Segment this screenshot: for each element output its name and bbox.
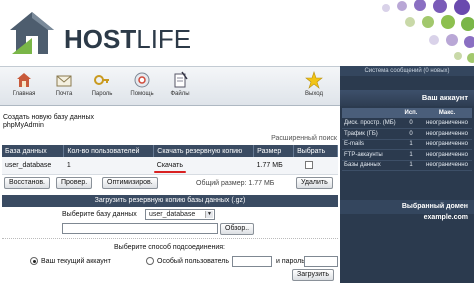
stat-max: неограниченно: [422, 149, 472, 161]
toolbar-exit[interactable]: Выход: [292, 69, 336, 105]
files-icon: [174, 71, 188, 88]
backup-file-input[interactable]: [62, 223, 218, 234]
choose-db-label: Выберите базу данных: [62, 211, 137, 218]
toolbar: Главная Почта Пароль Помощь Файлы Выход: [0, 66, 340, 106]
main-panel: Создать новую базу данных phpMyAdmin Рас…: [0, 107, 340, 283]
size-cell: 1.77 МБ: [253, 157, 294, 175]
mail-icon: [56, 75, 72, 87]
messages-link[interactable]: Система сообщений (0 новых): [340, 66, 474, 76]
col-backup: Скачать резервную копию: [153, 145, 255, 157]
account-col-max: Макс.: [422, 108, 472, 118]
restore-button[interactable]: Восстанов.: [4, 177, 51, 189]
stat-name: Диск. простр. (МБ): [342, 118, 400, 129]
check-button[interactable]: Провер.: [56, 177, 93, 189]
logo-house-icon: [10, 12, 54, 54]
toolbar-files-label: Файлы: [170, 91, 190, 97]
toolbar-home[interactable]: Главная: [2, 69, 46, 105]
current-account-label: Ваш текущий аккаунт: [41, 258, 111, 265]
col-size: Размер: [253, 145, 295, 157]
home-icon: [17, 73, 31, 87]
upload-submit-button[interactable]: Загрузить: [292, 269, 334, 281]
stat-used: 1: [400, 149, 422, 161]
browse-button[interactable]: Обзор..: [220, 223, 255, 235]
stat-used: 0: [400, 118, 422, 129]
upload-section-title: Загрузить резервную копию базы данных (.…: [2, 195, 338, 207]
table-row: Трафик (ГБ) 0 неограниченно: [342, 128, 472, 140]
optimize-button[interactable]: Оптимизиров.: [102, 177, 158, 189]
custom-user-input[interactable]: [232, 256, 272, 267]
account-title: Ваш аккаунт: [340, 90, 474, 106]
table-row: E-mails 1 неограниченно: [342, 139, 472, 150]
db-name-cell: user_database: [2, 157, 64, 175]
stat-name: Базы данных: [342, 160, 400, 171]
account-col-name: [342, 108, 400, 118]
create-db-link[interactable]: Создать новую базу данных: [3, 114, 94, 121]
key-icon: [94, 75, 109, 85]
custom-password-input[interactable]: [304, 256, 338, 267]
users-count-cell: 1: [63, 157, 154, 175]
download-cell: Скачать: [153, 157, 254, 175]
download-backup-link[interactable]: Скачать: [153, 162, 187, 173]
phpmyadmin-link[interactable]: phpMyAdmin: [3, 122, 44, 129]
toolbar-exit-label: Выход: [305, 91, 323, 97]
account-col-used: Исп.: [400, 108, 422, 118]
toolbar-password[interactable]: Пароль: [80, 69, 124, 105]
help-icon: [134, 72, 150, 88]
radio-custom-user[interactable]: [146, 257, 154, 265]
stat-name: Трафик (ГБ): [342, 128, 400, 140]
toolbar-home-label: Главная: [12, 91, 36, 97]
decorative-dots: [382, 0, 474, 63]
table-header-row: База данных Кол-во пользователей Скачать…: [2, 145, 338, 157]
database-select[interactable]: user_database ▼: [145, 209, 215, 220]
advanced-search-link[interactable]: Расширенный поиск: [271, 135, 337, 142]
star-exit-icon: [305, 71, 323, 89]
col-select: Выбрать: [293, 145, 338, 157]
radio-current-account[interactable]: [30, 257, 38, 265]
table-row: user_database 1 Скачать 1.77 МБ: [2, 157, 338, 175]
stat-max: неограниченно: [422, 128, 472, 140]
logo-text: HOSTLIFE: [64, 24, 192, 54]
select-checkbox[interactable]: [304, 161, 313, 170]
account-header-row: Исп. Макс.: [342, 108, 472, 118]
account-stats-table: Исп. Макс. Диск. простр. (МБ) 0 неограни…: [342, 108, 472, 171]
divider: [2, 238, 338, 239]
table-row: Базы данных 1 неограниченно: [342, 160, 472, 171]
and-password-label: и пароль: [276, 258, 305, 265]
stat-used: 1: [400, 160, 422, 171]
delete-button[interactable]: Удалить: [296, 177, 333, 189]
toolbar-password-label: Пароль: [91, 91, 113, 97]
stat-max: неограниченно: [422, 160, 472, 171]
stat-used: 0: [400, 128, 422, 140]
toolbar-files[interactable]: Файлы: [158, 69, 202, 105]
sidebar: Система сообщений (0 новых) Ваш аккаунт …: [340, 66, 474, 283]
select-cell: [293, 157, 338, 175]
stat-max: неограниченно: [422, 139, 472, 150]
highlight-underline: [153, 170, 187, 173]
connection-label: Выберите способ подсоединения:: [114, 244, 225, 251]
total-size: Общий размер: 1.77 МБ: [196, 180, 275, 187]
stat-name: FTP-аккаунты: [342, 149, 400, 161]
databases-table: База данных Кол-во пользователей Скачать…: [2, 145, 338, 175]
domain-title: Выбранный домен: [340, 200, 474, 214]
chevron-down-icon: ▼: [205, 211, 213, 218]
domain-value[interactable]: example.com: [340, 214, 474, 221]
stat-used: 1: [400, 139, 422, 150]
custom-user-label: Особый пользователь: [157, 258, 229, 265]
table-row: Диск. простр. (МБ) 0 неограниченно: [342, 118, 472, 129]
stat-max: неограниченно: [422, 118, 472, 129]
table-row: FTP-аккаунты 1 неограниченно: [342, 149, 472, 161]
col-users: Кол-во пользователей: [63, 145, 155, 157]
stat-name: E-mails: [342, 139, 400, 150]
header: HOSTLIFE: [0, 0, 474, 66]
col-database: База данных: [2, 145, 65, 157]
